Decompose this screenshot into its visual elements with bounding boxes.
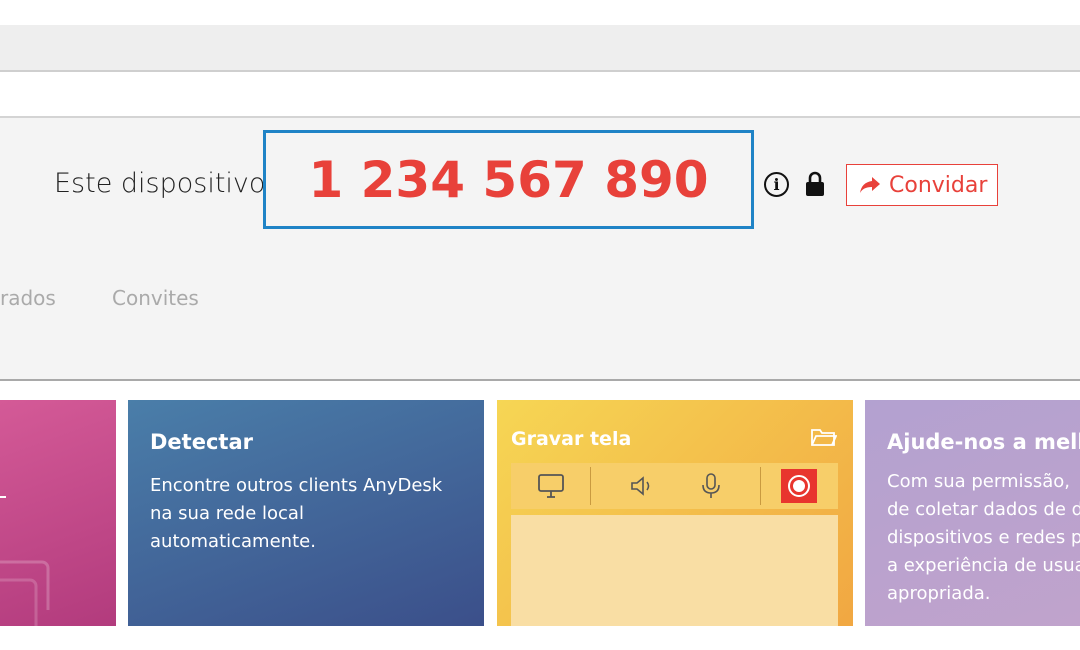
card-help-line: apropriada. <box>887 583 991 604</box>
microphone-icon <box>702 473 720 498</box>
device-id-number: 1 234 567 890 <box>308 150 709 209</box>
top-bar <box>0 25 1080 72</box>
card-help-line: Com sua permissão, <box>887 471 1071 492</box>
folder-icon[interactable] <box>810 426 837 448</box>
invite-button-label: Convidar <box>889 172 988 198</box>
this-device-label: Este dispositivo <box>54 168 266 199</box>
record-button[interactable] <box>781 469 817 503</box>
monitor-icon <box>538 474 564 498</box>
share-icon <box>860 177 880 193</box>
device-id-box[interactable]: 1 234 567 890 <box>263 130 754 229</box>
card-help-title: Ajude-nos a mell <box>887 430 1080 454</box>
record-icon <box>788 475 810 497</box>
screen-source-button[interactable] <box>535 463 567 509</box>
audio-output-button[interactable] <box>627 463 659 509</box>
address-bar <box>0 72 1080 118</box>
microphone-button[interactable] <box>695 463 727 509</box>
card-help-line: de coletar dados de d <box>887 499 1080 520</box>
card-partial-left[interactable] <box>0 400 116 626</box>
card-help-line: dispositivos e redes p <box>887 527 1080 548</box>
toolbar-separator <box>760 467 761 505</box>
tab-invites[interactable]: Convites <box>112 286 199 310</box>
card-record-title: Gravar tela <box>511 428 632 450</box>
toolbar-separator <box>590 467 591 505</box>
card-detect-line: na sua rede local <box>150 503 304 524</box>
info-icon[interactable]: i <box>764 172 789 197</box>
card-record-screen: Gravar tela <box>497 400 853 626</box>
card-detect-title: Detectar <box>150 430 253 454</box>
tab-favorites[interactable]: rados <box>0 286 56 310</box>
card-help-improve[interactable]: Ajude-nos a mell Com sua permissão, de c… <box>865 400 1080 626</box>
speaker-icon <box>631 476 650 496</box>
record-preview-area <box>511 515 838 626</box>
record-toolbar <box>511 463 838 509</box>
card-detect-line: automaticamente. <box>150 531 316 552</box>
card-help-line: a experiência de usua <box>887 555 1080 576</box>
lock-icon[interactable] <box>804 170 826 198</box>
decorative-graphic-icon <box>0 560 50 626</box>
card-detect[interactable]: Detectar Encontre outros clients AnyDesk… <box>128 400 484 626</box>
card-detect-line: Encontre outros clients AnyDesk <box>150 475 443 496</box>
invite-button[interactable]: Convidar <box>846 164 998 206</box>
card-marker <box>0 496 6 498</box>
